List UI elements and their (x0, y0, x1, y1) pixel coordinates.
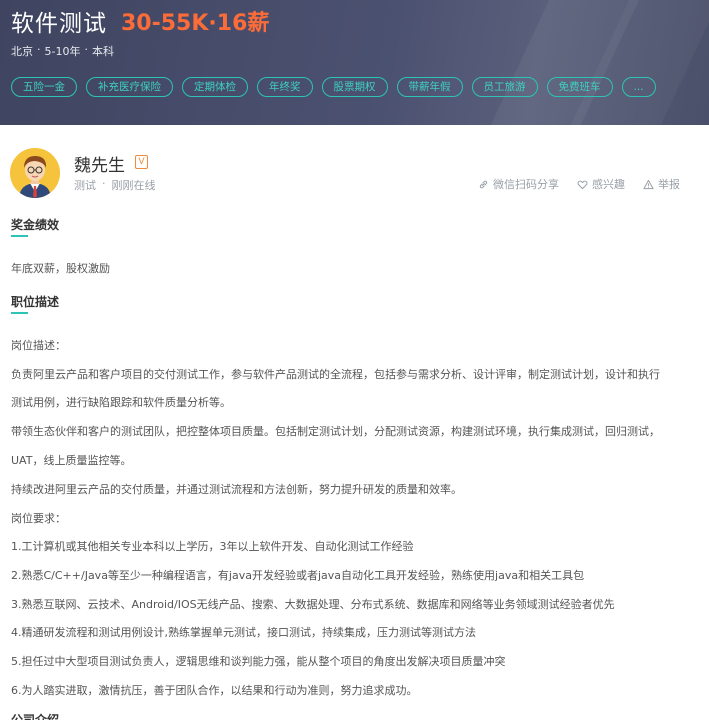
bonus-section-title: 奖金绩效 (11, 218, 60, 232)
recruiter-subtitle: 测试 · 刚刚在线 (74, 177, 156, 193)
description-line: 持续改进阿里云产品的交付质量，并通过测试流程和方法创新，努力提升研发的质量和效率… (11, 483, 462, 496)
warning-icon (643, 179, 654, 189)
benefit-tag: 带薪年假 (396, 77, 463, 97)
description-line: 1.工计算机或其他相关专业本科以上学历，3年以上软件开发、自动化测试工作经验 (11, 540, 414, 553)
description-line: 测试用例，进行缺陷跟踪和软件质量分析等。 (11, 396, 231, 409)
benefit-tag: 补充医疗保险 (86, 77, 173, 97)
recruiter-card: 魏先生 V 测试 · 刚刚在线 微信扫码分享 感兴趣 举报 (10, 148, 700, 200)
heart-icon (577, 180, 588, 189)
description-line: 岗位描述： (11, 339, 66, 352)
description-section-underline (11, 312, 28, 314)
benefit-tag: 五险一金 (11, 77, 77, 97)
meta-separator: · (84, 43, 88, 56)
job-meta: 北京 · 5-10年 · 本科 (11, 43, 114, 59)
description-section-title: 职位描述 (11, 295, 60, 309)
description-line: 岗位要求： (11, 512, 66, 525)
job-title: 软件测试 (11, 11, 107, 37)
verified-badge-icon: V (135, 155, 148, 169)
description-line: 6.为人踏实进取，激情抗压，善于团队合作，以结果和行动为准则，努力追求成功。 (11, 684, 418, 697)
link-icon (479, 180, 488, 188)
bonus-section-underline (11, 235, 28, 237)
job-title-row: 软件测试 30-55K·16薪 (11, 4, 269, 38)
benefit-tag: 年终奖 (257, 77, 313, 97)
more-tags-button[interactable]: ... (621, 77, 656, 97)
description-line: 带领生态伙伴和客户的测试团队，把控整体项目质量。包括制定测试计划，分配测试资源，… (11, 425, 660, 438)
benefit-tag: 免费班车 (546, 77, 613, 97)
interest-button[interactable]: 感兴趣 (577, 176, 625, 192)
bonus-text: 年底双薪，股权激励 (11, 262, 110, 275)
job-actions: 微信扫码分享 感兴趣 举报 (460, 176, 680, 192)
avatar[interactable] (10, 148, 60, 198)
description-line: UAT，线上质量监控等。 (11, 454, 132, 467)
recruiter-name: 魏先生 (74, 156, 125, 176)
company-section-title: 公司介绍 (11, 713, 60, 720)
benefit-tag: 股票期权 (321, 77, 388, 97)
recruiter-title: 测试 (74, 179, 96, 192)
recruiter-separator: · (102, 177, 106, 190)
report-label: 举报 (658, 178, 680, 191)
report-button[interactable]: 举报 (643, 176, 680, 192)
description-line: 负责阿里云产品和客户项目的交付测试工作，参与软件产品测试的全流程，包括参与需求分… (11, 368, 660, 381)
share-label: 微信扫码分享 (493, 178, 559, 191)
benefit-tags: 五险一金 补充医疗保险 定期体检 年终奖 股票期权 带薪年假 员工旅游 免费班车… (11, 77, 665, 97)
job-header: 软件测试 30-55K·16薪 北京 · 5-10年 · 本科 五险一金 补充医… (0, 0, 709, 125)
description-line: 2.熟悉C/C++/Java等至少一种编程语言，有java开发经验或者java自… (11, 569, 585, 582)
description-line: 3.熟悉互联网、云技术、Android/IOS无线产品、搜索、大数据处理、分布式… (11, 598, 615, 611)
job-education: 本科 (91, 45, 114, 58)
job-experience: 5-10年 (44, 45, 81, 58)
job-location: 北京 (11, 45, 33, 58)
benefit-tag: 定期体检 (182, 77, 248, 97)
recruiter-status: 刚刚在线 (111, 179, 156, 192)
salary: 30-55K·16薪 (121, 11, 270, 36)
interest-label: 感兴趣 (592, 178, 625, 191)
share-button[interactable]: 微信扫码分享 (478, 176, 559, 192)
benefit-tag: 员工旅游 (471, 77, 538, 97)
description-line: 5.担任过中大型项目测试负责人，逻辑思维和谈判能力强，能从整个项目的角度出发解决… (11, 655, 506, 668)
description-line: 4.精通研发流程和测试用例设计,熟练掌握单元测试，接口测试，持续集成，压力测试等… (11, 626, 476, 639)
meta-separator: · (37, 43, 41, 56)
